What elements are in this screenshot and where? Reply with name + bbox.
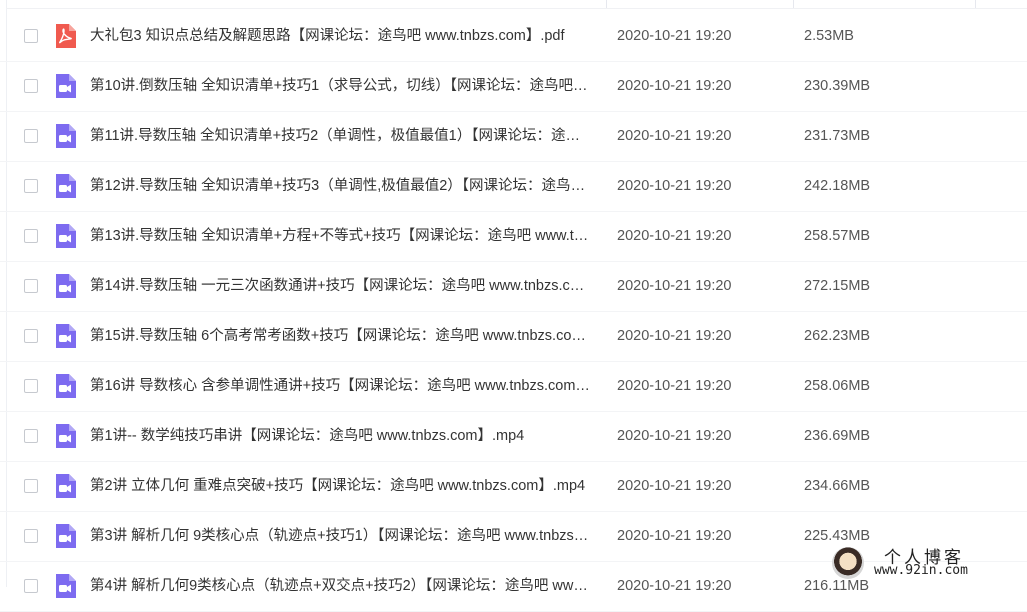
file-name[interactable]: 第15讲.导数压轴 6个高考常考函数+技巧【网课论坛：途鸟吧 www.tnbzs… bbox=[90, 326, 590, 346]
header-bottom-border bbox=[6, 8, 1027, 9]
file-row[interactable]: 第16讲 导数核心 含参单调性通讲+技巧【网课论坛：途鸟吧 www.tnbzs.… bbox=[0, 362, 1027, 412]
file-size: 262.23MB bbox=[804, 328, 871, 344]
file-name[interactable]: 大礼包3 知识点总结及解题思路【网课论坛：途鸟吧 www.tnbzs.com】.… bbox=[90, 26, 590, 46]
blog-watermark: 个人博客 www.92in.com bbox=[832, 543, 1017, 583]
file-size: 230.39MB bbox=[804, 78, 871, 94]
row-checkbox[interactable] bbox=[24, 329, 38, 343]
row-checkbox[interactable] bbox=[24, 129, 38, 143]
pdf-file-icon bbox=[54, 24, 76, 48]
file-date: 2020-10-21 19:20 bbox=[617, 28, 732, 44]
file-date: 2020-10-21 19:20 bbox=[617, 328, 732, 344]
file-date: 2020-10-21 19:20 bbox=[617, 228, 732, 244]
file-size: 231.73MB bbox=[804, 128, 871, 144]
file-row[interactable]: 第11讲.导数压轴 全知识清单+技巧2（单调性，极值最值1）【网课论坛：途鸟吧 … bbox=[0, 112, 1027, 162]
video-file-icon bbox=[54, 74, 76, 98]
file-row[interactable]: 第15讲.导数压轴 6个高考常考函数+技巧【网课论坛：途鸟吧 www.tnbzs… bbox=[0, 312, 1027, 362]
file-name[interactable]: 第11讲.导数压轴 全知识清单+技巧2（单调性，极值最值1）【网课论坛：途鸟吧 … bbox=[90, 126, 590, 146]
file-name[interactable]: 第3讲 解析几何 9类核心点（轨迹点+技巧1）【网课论坛：途鸟吧 www.tnb… bbox=[90, 526, 590, 546]
file-row[interactable]: 第10讲.倒数压轴 全知识清单+技巧1（求导公式，切线）【网课论坛：途鸟吧 ww… bbox=[0, 62, 1027, 112]
file-list: 大礼包3 知识点总结及解题思路【网课论坛：途鸟吧 www.tnbzs.com】.… bbox=[0, 12, 1027, 612]
file-date: 2020-10-21 19:20 bbox=[617, 578, 732, 594]
video-file-icon bbox=[54, 374, 76, 398]
video-file-icon bbox=[54, 224, 76, 248]
file-date: 2020-10-21 19:20 bbox=[617, 128, 732, 144]
file-size: 236.69MB bbox=[804, 428, 871, 444]
file-date: 2020-10-21 19:20 bbox=[617, 478, 732, 494]
watermark-url: www.92in.com bbox=[874, 563, 968, 578]
video-file-icon bbox=[54, 574, 76, 598]
file-row[interactable]: 第14讲.导数压轴 一元三次函数通讲+技巧【网课论坛：途鸟吧 www.tnbzs… bbox=[0, 262, 1027, 312]
column-divider-date bbox=[606, 0, 607, 8]
video-file-icon bbox=[54, 124, 76, 148]
file-date: 2020-10-21 19:20 bbox=[617, 278, 732, 294]
row-checkbox[interactable] bbox=[24, 379, 38, 393]
file-row[interactable]: 第2讲 立体几何 重难点突破+技巧【网课论坛：途鸟吧 www.tnbzs.com… bbox=[0, 462, 1027, 512]
file-date: 2020-10-21 19:20 bbox=[617, 528, 732, 544]
file-row[interactable]: 第1讲-- 数学纯技巧串讲【网课论坛：途鸟吧 www.tnbzs.com】.mp… bbox=[0, 412, 1027, 462]
watermark-avatar-icon bbox=[832, 547, 864, 579]
file-name[interactable]: 第2讲 立体几何 重难点突破+技巧【网课论坛：途鸟吧 www.tnbzs.com… bbox=[90, 476, 590, 496]
file-size: 2.53MB bbox=[804, 28, 854, 44]
row-checkbox[interactable] bbox=[24, 579, 38, 593]
row-checkbox[interactable] bbox=[24, 79, 38, 93]
file-name[interactable]: 第12讲.导数压轴 全知识清单+技巧3（单调性,极值最值2）【网课论坛：途鸟吧 … bbox=[90, 176, 590, 196]
video-file-icon bbox=[54, 474, 76, 498]
file-row[interactable]: 第12讲.导数压轴 全知识清单+技巧3（单调性,极值最值2）【网课论坛：途鸟吧 … bbox=[0, 162, 1027, 212]
file-name[interactable]: 第14讲.导数压轴 一元三次函数通讲+技巧【网课论坛：途鸟吧 www.tnbzs… bbox=[90, 276, 590, 296]
file-size: 258.06MB bbox=[804, 378, 871, 394]
file-name[interactable]: 第10讲.倒数压轴 全知识清单+技巧1（求导公式，切线）【网课论坛：途鸟吧 ww… bbox=[90, 76, 590, 96]
video-file-icon bbox=[54, 424, 76, 448]
file-row[interactable]: 第13讲.导数压轴 全知识清单+方程+不等式+技巧【网课论坛：途鸟吧 www.t… bbox=[0, 212, 1027, 262]
row-checkbox[interactable] bbox=[24, 29, 38, 43]
file-date: 2020-10-21 19:20 bbox=[617, 378, 732, 394]
video-file-icon bbox=[54, 174, 76, 198]
row-checkbox[interactable] bbox=[24, 279, 38, 293]
file-date: 2020-10-21 19:20 bbox=[617, 428, 732, 444]
file-size: 258.57MB bbox=[804, 228, 871, 244]
video-file-icon bbox=[54, 324, 76, 348]
file-name[interactable]: 第13讲.导数压轴 全知识清单+方程+不等式+技巧【网课论坛：途鸟吧 www.t… bbox=[90, 226, 590, 246]
file-name[interactable]: 第4讲 解析几何9类核心点（轨迹点+双交点+技巧2）【网课论坛：途鸟吧 www.… bbox=[90, 576, 590, 596]
row-checkbox[interactable] bbox=[24, 529, 38, 543]
file-date: 2020-10-21 19:20 bbox=[617, 178, 732, 194]
row-checkbox[interactable] bbox=[24, 429, 38, 443]
video-file-icon bbox=[54, 524, 76, 548]
file-name[interactable]: 第1讲-- 数学纯技巧串讲【网课论坛：途鸟吧 www.tnbzs.com】.mp… bbox=[90, 426, 590, 446]
column-divider-size bbox=[793, 0, 794, 8]
file-row[interactable]: 大礼包3 知识点总结及解题思路【网课论坛：途鸟吧 www.tnbzs.com】.… bbox=[0, 12, 1027, 62]
file-size: 272.15MB bbox=[804, 278, 871, 294]
video-file-icon bbox=[54, 274, 76, 298]
row-checkbox[interactable] bbox=[24, 479, 38, 493]
column-divider-end bbox=[975, 0, 976, 8]
file-size: 242.18MB bbox=[804, 178, 871, 194]
file-date: 2020-10-21 19:20 bbox=[617, 78, 732, 94]
row-checkbox[interactable] bbox=[24, 229, 38, 243]
row-checkbox[interactable] bbox=[24, 179, 38, 193]
file-name[interactable]: 第16讲 导数核心 含参单调性通讲+技巧【网课论坛：途鸟吧 www.tnbzs.… bbox=[90, 376, 590, 396]
file-size: 234.66MB bbox=[804, 478, 871, 494]
